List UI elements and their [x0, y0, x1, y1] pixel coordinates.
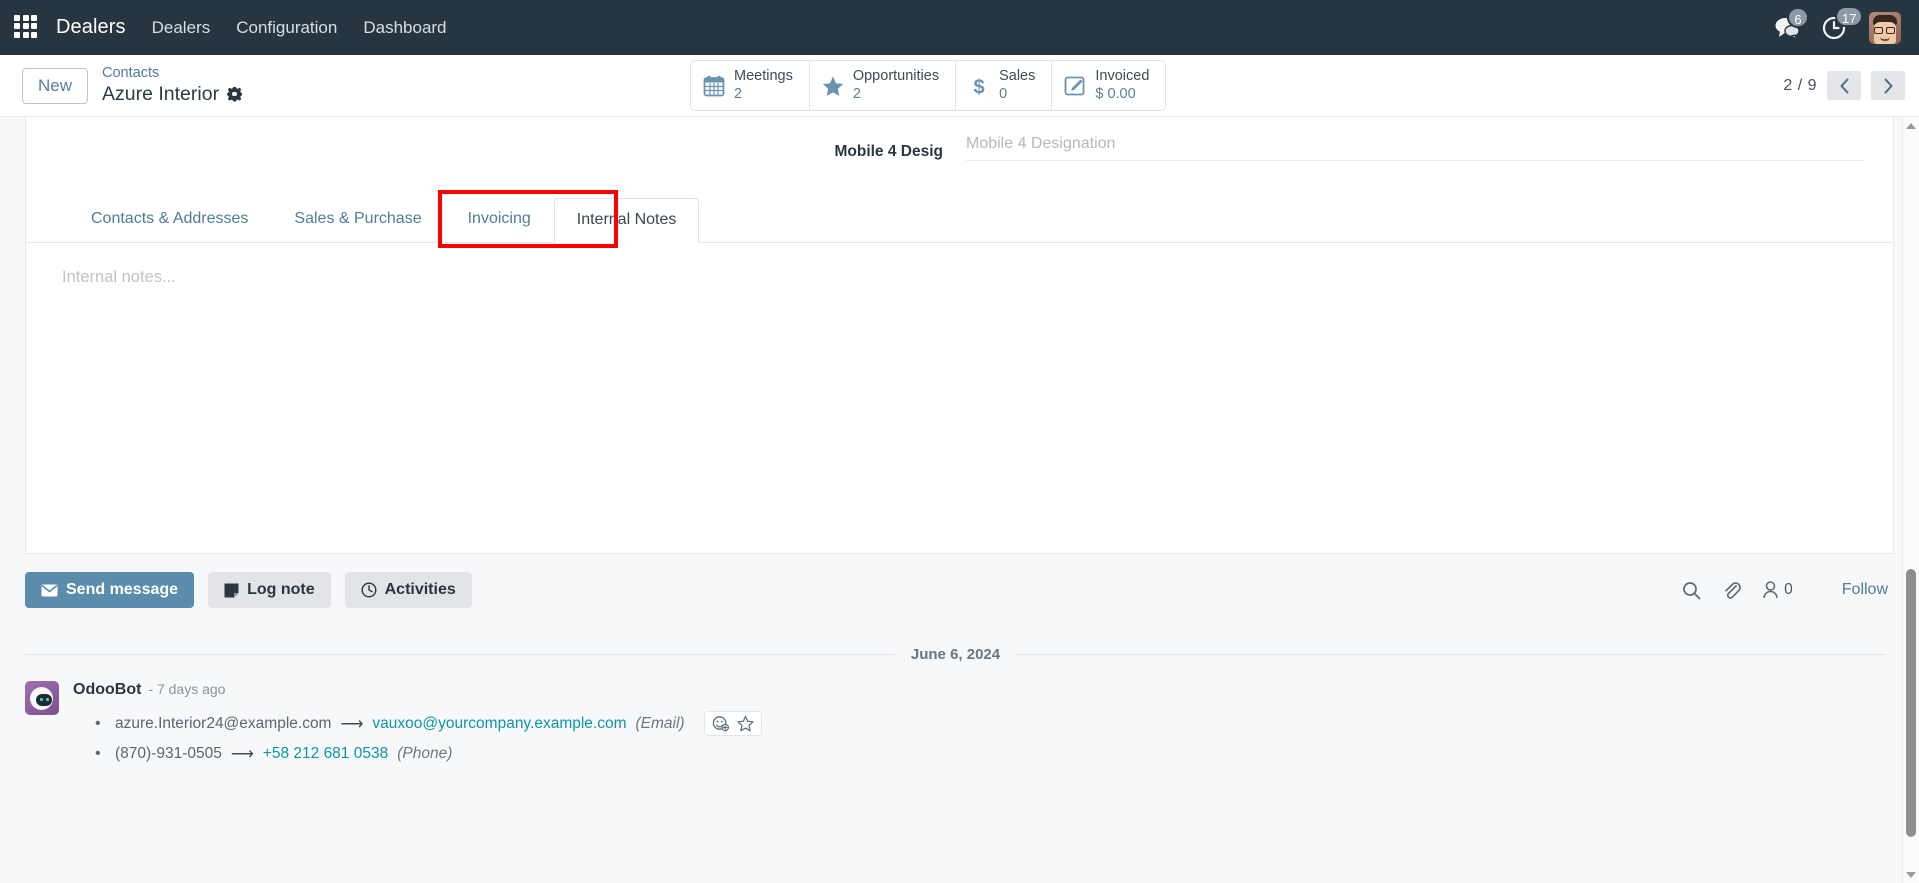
stat-label-invoiced: Invoiced [1095, 68, 1150, 85]
envelope-icon [41, 584, 58, 596]
pager-count: 2 / 9 [1783, 76, 1817, 94]
svg-text:$: $ [974, 76, 985, 97]
breadcrumb: Contacts Azure Interior [102, 65, 242, 105]
followers-button[interactable]: 0 [1762, 581, 1793, 599]
activities-label: Activities [384, 581, 456, 598]
stat-button-sales[interactable]: $ Sales 0 [956, 61, 1053, 110]
apps-grid-icon[interactable] [14, 14, 40, 41]
stat-value-opportunities: 2 [852, 85, 861, 102]
send-message-label: Send message [66, 581, 179, 598]
nav-menu-dealers[interactable]: Dealers [152, 18, 211, 38]
tab-invoicing[interactable]: Invoicing [445, 197, 554, 242]
tracking-row-email: azure.Interior24@example.com ⟶ vauxoo@yo… [73, 707, 1894, 740]
message-timestamp: - 7 days ago [148, 681, 226, 697]
tracking-new-value[interactable]: vauxoo@yourcompany.example.com [372, 715, 626, 733]
stat-label-meetings: Meetings [734, 68, 793, 85]
chatter-date-separator: June 6, 2024 [25, 624, 1894, 671]
star-icon [822, 76, 844, 96]
stat-button-opportunities[interactable]: Opportunities 2 [809, 61, 957, 110]
form-scroll-area: Mobile 4 Desig Mobile 4 Designation Cont… [0, 117, 1919, 883]
chevron-left-icon [1840, 78, 1848, 93]
internal-notes-editor[interactable]: Internal notes... [26, 243, 1893, 553]
arrow-right-icon: ⟶ [230, 746, 254, 763]
stat-button-group: Meetings 2 Opportunities 2 $ Sales 0 Inv… [690, 60, 1167, 111]
tracking-old-value: (870)-931-0505 [115, 745, 222, 762]
invoice-pencil-icon [1064, 76, 1085, 95]
chatter-toolbar: Send message Log note Activities 0 Follo… [25, 554, 1894, 624]
scroll-up-arrow-icon[interactable] [1903, 117, 1919, 134]
message-header: OdooBot - 7 days ago [73, 681, 1894, 699]
tracking-field-name: (Email) [635, 714, 685, 732]
stat-value-meetings: 2 [734, 85, 743, 102]
chatter-tools: 0 Follow [1682, 581, 1894, 600]
odoobot-avatar [25, 681, 59, 715]
vertical-scrollbar[interactable] [1902, 117, 1919, 883]
search-icon[interactable] [1682, 581, 1701, 600]
pager-next-button[interactable] [1871, 71, 1905, 100]
user-icon [1763, 581, 1778, 599]
field-row-mobile-4-designation: Mobile 4 Desig Mobile 4 Designation [26, 117, 1893, 165]
scroll-down-arrow-icon[interactable] [1903, 866, 1919, 883]
scrollbar-thumb[interactable] [1906, 569, 1916, 837]
chevron-right-icon [1884, 78, 1892, 93]
log-note-label: Log note [247, 581, 315, 598]
stat-button-invoiced[interactable]: Invoiced $ 0.00 [1052, 61, 1166, 110]
form-sheet-wrapper: Mobile 4 Desig Mobile 4 Designation Cont… [0, 117, 1919, 554]
tracking-field-name: (Phone) [397, 745, 453, 762]
dollar-icon: $ [974, 76, 985, 97]
app-brand-title[interactable]: Dealers [56, 16, 126, 39]
pager-previous-button[interactable] [1827, 71, 1861, 100]
top-navbar: Dealers Dealers Configuration Dashboard … [0, 0, 1919, 55]
date-separator-label: June 6, 2024 [910, 646, 1001, 663]
stat-value-invoiced: $ 0.00 [1095, 85, 1136, 102]
tab-contacts-addresses[interactable]: Contacts & Addresses [68, 197, 271, 242]
stat-label-opportunities: Opportunities [852, 68, 940, 85]
mobile-4-designation-input[interactable]: Mobile 4 Designation [966, 135, 1863, 161]
note-icon [224, 583, 239, 597]
nav-menu-configuration[interactable]: Configuration [236, 18, 337, 38]
chatter: Send message Log note Activities 0 Follo… [0, 554, 1919, 768]
messages-menu[interactable]: 6 [1774, 6, 1809, 40]
chatter-message: OdooBot - 7 days ago azure.Interior24@ex… [25, 671, 1894, 768]
star-outline-icon[interactable] [736, 715, 754, 732]
nav-menu-dashboard[interactable]: Dashboard [363, 18, 446, 38]
breadcrumb-parent-contacts[interactable]: Contacts [102, 65, 242, 82]
message-action-bar [703, 711, 762, 736]
arrow-right-icon: ⟶ [340, 715, 364, 733]
breadcrumb-current: Azure Interior [102, 83, 242, 106]
tab-internal-notes[interactable]: Internal Notes [553, 198, 700, 243]
stat-value-sales: 0 [999, 85, 1008, 102]
clock-circle-icon [361, 582, 377, 598]
navbar-systray: 6 17 [1774, 6, 1901, 44]
avatar[interactable] [1869, 11, 1901, 44]
calendar-icon [703, 75, 725, 96]
control-panel: New Contacts Azure Interior Meetings 2 O… [0, 55, 1919, 117]
tracking-value-list: azure.Interior24@example.com ⟶ vauxoo@yo… [73, 707, 1894, 768]
tab-sales-purchase[interactable]: Sales & Purchase [271, 197, 444, 242]
followers-count: 0 [1784, 581, 1793, 598]
tracking-new-value[interactable]: +58 212 681 0538 [263, 745, 388, 763]
paperclip-icon[interactable] [1722, 581, 1742, 600]
gear-icon[interactable] [227, 87, 242, 102]
follow-button[interactable]: Follow [1842, 581, 1888, 599]
activities-menu[interactable]: 17 [1822, 6, 1864, 40]
record-pager: 2 / 9 [1783, 71, 1905, 100]
tracking-row-phone: (870)-931-0505 ⟶ +58 212 681 0538 (Phone… [73, 740, 1894, 768]
message-body: OdooBot - 7 days ago azure.Interior24@ex… [73, 681, 1894, 768]
form-notebook-tabs: Contacts & Addresses Sales & Purchase In… [26, 190, 1893, 248]
field-label-mobile-4-designation: Mobile 4 Desig [834, 143, 943, 160]
page-title: Azure Interior [102, 82, 220, 105]
activities-button[interactable]: Activities [344, 572, 472, 608]
tracking-old-value: azure.Interior24@example.com [115, 714, 332, 732]
form-sheet: Mobile 4 Desig Mobile 4 Designation Cont… [25, 117, 1894, 554]
messages-badge: 6 [1787, 6, 1809, 28]
send-message-button[interactable]: Send message [25, 572, 195, 608]
add-reaction-icon[interactable] [712, 715, 729, 732]
log-note-button[interactable]: Log note [208, 572, 331, 608]
stat-button-meetings[interactable]: Meetings 2 [691, 61, 810, 110]
stat-label-sales: Sales [999, 68, 1036, 85]
activities-badge: 17 [1835, 6, 1864, 27]
message-author[interactable]: OdooBot [73, 681, 141, 699]
new-button[interactable]: New [22, 67, 89, 104]
